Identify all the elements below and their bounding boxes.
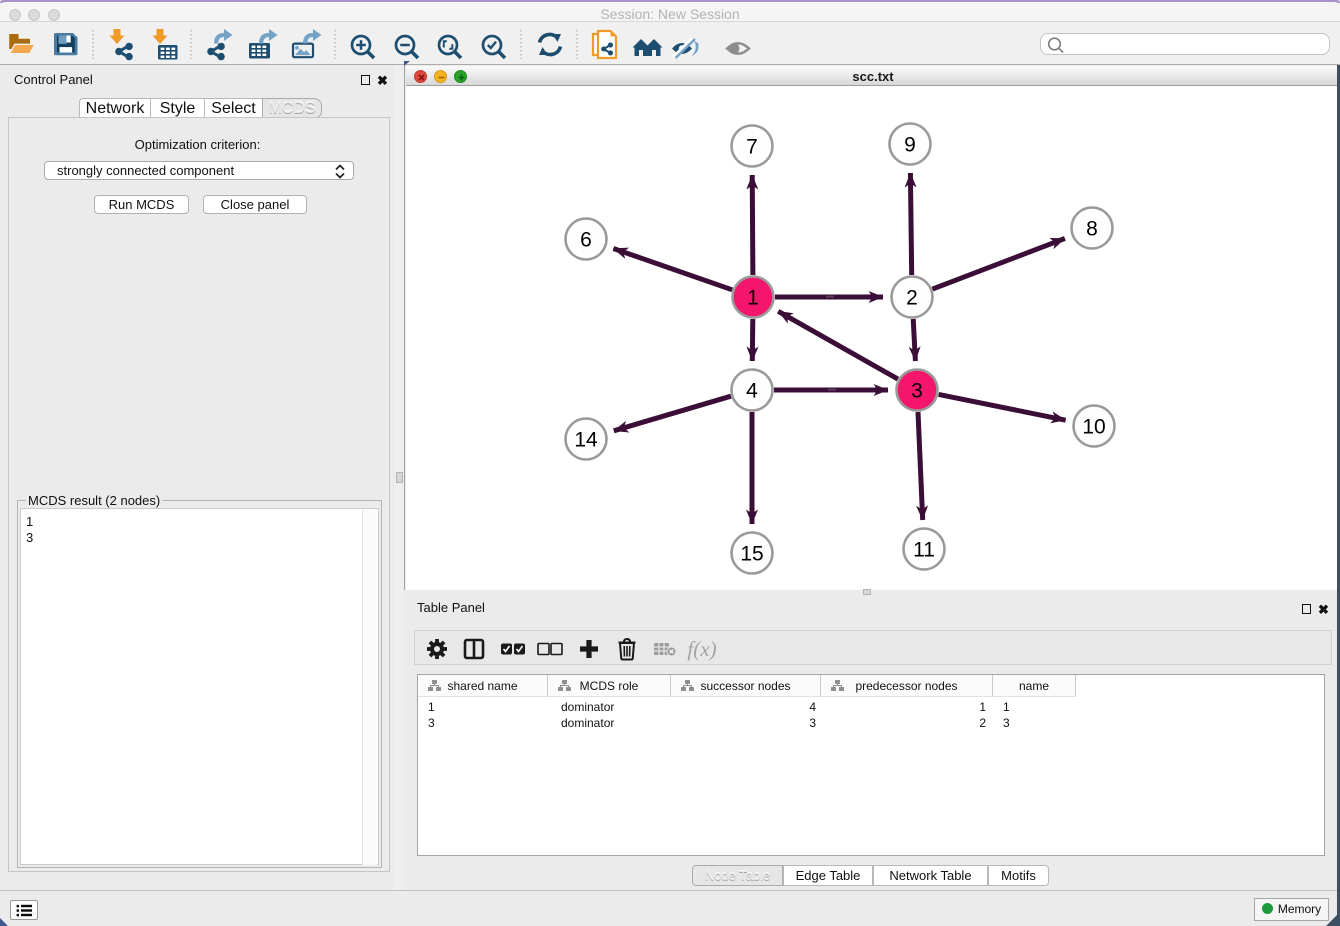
svg-text:4: 4 <box>746 380 758 403</box>
svg-text:9: 9 <box>904 134 916 157</box>
svg-text:1: 1 <box>747 287 759 310</box>
svg-text:14: 14 <box>574 429 598 452</box>
svg-text:f(x): f(x) <box>687 637 716 661</box>
svg-text:6: 6 <box>580 229 592 252</box>
svg-text:10: 10 <box>1082 416 1105 439</box>
svg-text:11: 11 <box>913 539 935 562</box>
svg-text:2: 2 <box>906 287 918 310</box>
svg-text:8: 8 <box>1086 218 1098 241</box>
svg-text:3: 3 <box>911 380 923 403</box>
svg-text:7: 7 <box>746 136 758 159</box>
svg-text:15: 15 <box>740 543 763 566</box>
